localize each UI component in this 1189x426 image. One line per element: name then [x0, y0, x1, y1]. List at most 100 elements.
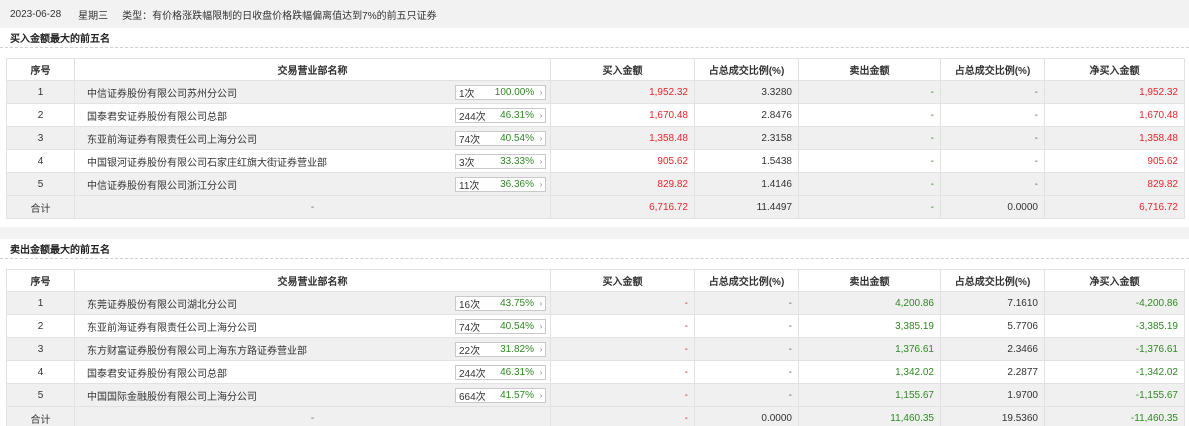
net-buy-amount: 1,670.48 [1044, 103, 1185, 127]
broker-cell: 东方财富证券股份有限公司上海东方路证券营业部 22次 31.82% › [74, 337, 551, 361]
col-buy-ratio[interactable]: 占总成交比例(%) [694, 58, 799, 81]
row-index: 3 [6, 337, 75, 361]
table-row: 2 东亚前海证券有限责任公司上海分公司 74次 40.54% › - -3,385.19 5.… [6, 314, 1185, 338]
broker-win-rate: 36.36% [500, 178, 534, 190]
buy-ratio: - [694, 291, 799, 315]
sell-amount: - [798, 80, 941, 104]
sell-ratio: - [940, 103, 1045, 127]
net-buy-amount: -1,155.67 [1044, 383, 1185, 407]
type-text: 有价格涨跌幅限制的日收盘价格跌幅偏离值达到7%的前五只证券 [152, 10, 437, 22]
broker-stats-badge[interactable]: 74次 40.54% › [455, 130, 546, 146]
broker-stats-badge[interactable]: 664次 41.57% › [455, 387, 546, 403]
broker-name[interactable]: 东亚前海证券有限责任公司上海分公司 [87, 131, 257, 146]
col-net-buy[interactable]: 净买入金额 [1044, 58, 1185, 81]
broker-cell-content: 中国银河证券股份有限公司石家庄红旗大街证券营业部 3次 33.33% › [87, 153, 550, 169]
sell-ratio: - [940, 172, 1045, 196]
sell-table-wrap: 序号 交易营业部名称 买入金额 占总成交比例(%) 卖出金额 占总成交比例(%)… [0, 269, 1189, 426]
col-sell-amount[interactable]: 卖出金额 [798, 269, 941, 292]
broker-cell-content: 东亚前海证券有限责任公司上海分公司 74次 40.54% › [87, 318, 550, 334]
buy-ratio: - [694, 314, 799, 338]
net-buy-amount: -1,342.02 [1044, 360, 1185, 384]
trade-date: 2023-06-28 [10, 8, 62, 20]
col-sell-ratio[interactable]: 占总成交比例(%) [940, 269, 1045, 292]
broker-win-rate: 40.54% [500, 320, 534, 332]
total-sell-ratio: 0.0000 [940, 195, 1045, 219]
sell-amount: - [798, 172, 941, 196]
table-row: 1 中信证券股份有限公司苏州分公司 1次 100.00% › 1,952.32 3.3280… [6, 80, 1185, 104]
broker-cell-content: 中信证券股份有限公司浙江分公司 11次 36.36% › [87, 176, 550, 192]
broker-name[interactable]: 中信证券股份有限公司浙江分公司 [87, 177, 237, 192]
broker-cell: 国泰君安证券股份有限公司总部 244次 46.31% › [74, 103, 551, 127]
col-buy-amount[interactable]: 买入金额 [550, 269, 695, 292]
total-label: 合计 [6, 406, 75, 426]
broker-stats-badge[interactable]: 22次 31.82% › [455, 341, 546, 357]
section-divider [0, 227, 1189, 239]
broker-stats-badge[interactable]: 1次 100.00% › [455, 84, 546, 100]
row-index: 4 [6, 360, 75, 384]
buy-ratio: - [694, 383, 799, 407]
sell-ratio: 1.9700 [940, 383, 1045, 407]
col-buy-ratio[interactable]: 占总成交比例(%) [694, 269, 799, 292]
broker-stats-badge[interactable]: 74次 40.54% › [455, 318, 546, 334]
chevron-right-icon: › [539, 156, 543, 166]
broker-name[interactable]: 东方财富证券股份有限公司上海东方路证券营业部 [87, 342, 307, 357]
sell-amount: 3,385.19 [798, 314, 941, 338]
broker-name[interactable]: 东莞证券股份有限公司湖北分公司 [87, 296, 237, 311]
table-row: 1 东莞证券股份有限公司湖北分公司 16次 43.75% › - -4,200.86 7.16… [6, 291, 1185, 315]
chevron-right-icon: › [539, 87, 543, 97]
broker-cell-content: 中信证券股份有限公司苏州分公司 1次 100.00% › [87, 84, 550, 100]
net-buy-amount: 829.82 [1044, 172, 1185, 196]
total-net-buy: 6,716.72 [1044, 195, 1185, 219]
buy-amount: 1,952.32 [550, 80, 695, 104]
broker-stats-badge[interactable]: 16次 43.75% › [455, 295, 546, 311]
broker-times: 3次 [459, 157, 475, 169]
buy-table: 序号 交易营业部名称 买入金额 占总成交比例(%) 卖出金额 占总成交比例(%)… [6, 58, 1185, 219]
broker-times: 74次 [459, 134, 481, 146]
col-sell-amount[interactable]: 卖出金额 [798, 58, 941, 81]
broker-name[interactable]: 中国国际金融股份有限公司上海分公司 [87, 388, 257, 403]
broker-name[interactable]: 中信证券股份有限公司苏州分公司 [87, 85, 237, 100]
col-broker[interactable]: 交易营业部名称 [74, 58, 551, 81]
sell-ratio: 2.3466 [940, 337, 1045, 361]
net-buy-amount: -3,385.19 [1044, 314, 1185, 338]
chevron-right-icon: › [539, 390, 543, 400]
broker-name[interactable]: 中国银河证券股份有限公司石家庄红旗大街证券营业部 [87, 154, 327, 169]
total-sell-amount: 11,460.35 [798, 406, 941, 426]
row-index: 4 [6, 149, 75, 173]
broker-cell: 东莞证券股份有限公司湖北分公司 16次 43.75% › [74, 291, 551, 315]
broker-name[interactable]: 国泰君安证券股份有限公司总部 [87, 365, 227, 380]
broker-cell: 中国银河证券股份有限公司石家庄红旗大街证券营业部 3次 33.33% › [74, 149, 551, 173]
broker-times: 244次 [459, 368, 486, 380]
net-buy-amount: -1,376.61 [1044, 337, 1185, 361]
buy-amount: 1,358.48 [550, 126, 695, 150]
buy-amount: - [550, 360, 695, 384]
row-index: 5 [6, 172, 75, 196]
broker-name[interactable]: 国泰君安证券股份有限公司总部 [87, 108, 227, 123]
broker-stats-badge[interactable]: 244次 46.31% › [455, 107, 546, 123]
buy-table-wrap: 序号 交易营业部名称 买入金额 占总成交比例(%) 卖出金额 占总成交比例(%)… [0, 58, 1189, 219]
broker-stats-badge[interactable]: 3次 33.33% › [455, 153, 546, 169]
weekday: 星期三 [78, 10, 109, 22]
col-net-buy[interactable]: 净买入金额 [1044, 269, 1185, 292]
total-broker: - [74, 406, 551, 426]
chevron-right-icon: › [539, 321, 543, 331]
chevron-right-icon: › [539, 367, 543, 377]
buy-ratio: 2.3158 [694, 126, 799, 150]
table-row: 3 东亚前海证券有限责任公司上海分公司 74次 40.54% › 1,358.48 2.31… [6, 126, 1185, 150]
broker-stats-badge[interactable]: 244次 46.31% › [455, 364, 546, 380]
buy-ratio: 1.5438 [694, 149, 799, 173]
net-buy-amount: 1,358.48 [1044, 126, 1185, 150]
col-index[interactable]: 序号 [6, 269, 75, 292]
broker-name[interactable]: 东亚前海证券有限责任公司上海分公司 [87, 319, 257, 334]
net-buy-amount: 905.62 [1044, 149, 1185, 173]
col-index[interactable]: 序号 [6, 58, 75, 81]
broker-cell-content: 国泰君安证券股份有限公司总部 244次 46.31% › [87, 364, 550, 380]
table-row: 4 中国银河证券股份有限公司石家庄红旗大街证券营业部 3次 33.33% › 905.62… [6, 149, 1185, 173]
col-sell-ratio[interactable]: 占总成交比例(%) [940, 58, 1045, 81]
col-broker[interactable]: 交易营业部名称 [74, 269, 551, 292]
col-buy-amount[interactable]: 买入金额 [550, 58, 695, 81]
broker-stats-badge[interactable]: 11次 36.36% › [455, 176, 546, 192]
broker-win-rate: 100.00% [494, 86, 535, 98]
broker-cell-content: 东莞证券股份有限公司湖北分公司 16次 43.75% › [87, 295, 550, 311]
row-index: 1 [6, 291, 75, 315]
